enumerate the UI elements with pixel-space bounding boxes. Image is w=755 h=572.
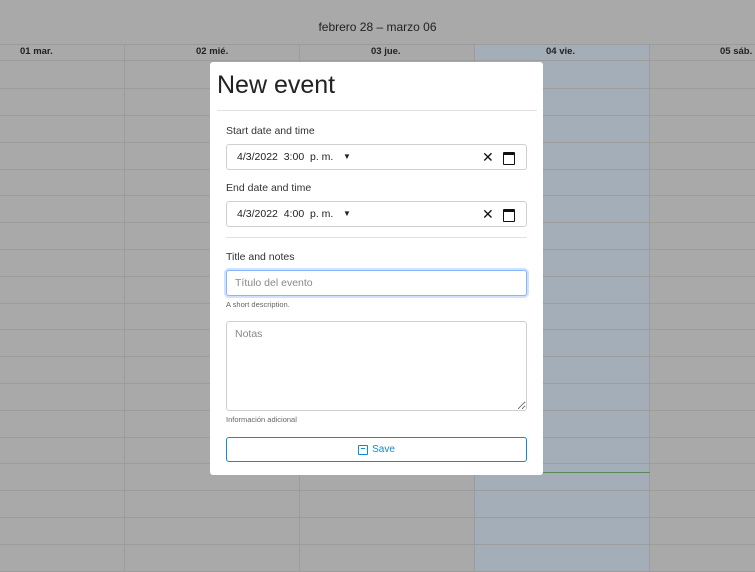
grid-row-line (0, 517, 755, 518)
grid-column-line (649, 44, 650, 571)
start-label: Start date and time (226, 125, 315, 137)
calendar-icon[interactable] (503, 209, 515, 222)
save-label: Save (372, 444, 395, 455)
notes-textarea[interactable] (227, 322, 526, 410)
start-time: 3:00 (283, 151, 305, 163)
save-icon (358, 444, 369, 455)
save-button[interactable]: Save (226, 437, 527, 462)
notes-field[interactable] (226, 321, 527, 411)
chevron-down-icon[interactable]: ▼ (343, 202, 351, 226)
title-help-text: A short description. (226, 300, 290, 309)
modal-title: New event (217, 71, 336, 99)
day-header-05: 05 sáb. (720, 46, 753, 57)
grid-row-line (0, 44, 755, 45)
start-datetime-input[interactable]: 4/3/2022 3:00 p. m. ▼ ✕ (226, 144, 527, 170)
end-label: End date and time (226, 182, 312, 194)
notes-help-text: Información adicional (226, 415, 297, 424)
start-ampm[interactable]: p. m. (310, 151, 333, 163)
grid-column-line (124, 44, 125, 571)
day-header-03: 03 jue. (371, 46, 401, 57)
end-datetime-input[interactable]: 4/3/2022 4:00 p. m. ▼ ✕ (226, 201, 527, 227)
new-event-modal: New event Start date and time 4/3/2022 3… (210, 62, 543, 475)
calendar-icon[interactable] (503, 152, 515, 165)
grid-row-line (0, 490, 755, 491)
end-time: 4:00 (283, 208, 305, 220)
close-icon[interactable]: ✕ (482, 145, 494, 169)
day-headers: 01 mar. 02 mié. 03 jue. 04 vie. 05 sáb. (0, 44, 755, 60)
section-divider (226, 237, 527, 238)
start-date: 4/3/2022 (237, 151, 278, 163)
event-title-input[interactable] (227, 271, 526, 295)
end-ampm[interactable]: p. m. (310, 208, 333, 220)
day-header-01: 01 mar. (20, 46, 53, 57)
calendar-date-range: febrero 28 – marzo 06 (318, 20, 437, 34)
close-icon[interactable]: ✕ (482, 202, 494, 226)
modal-header-divider (217, 110, 537, 111)
grid-row-line (0, 60, 755, 61)
chevron-down-icon[interactable]: ▼ (343, 145, 351, 169)
event-title-field[interactable] (226, 270, 527, 296)
day-header-02: 02 mié. (196, 46, 229, 57)
title-notes-label: Title and notes (226, 251, 295, 263)
end-date: 4/3/2022 (237, 208, 278, 220)
day-header-04: 04 vie. (546, 46, 576, 57)
grid-row-line (0, 544, 755, 545)
